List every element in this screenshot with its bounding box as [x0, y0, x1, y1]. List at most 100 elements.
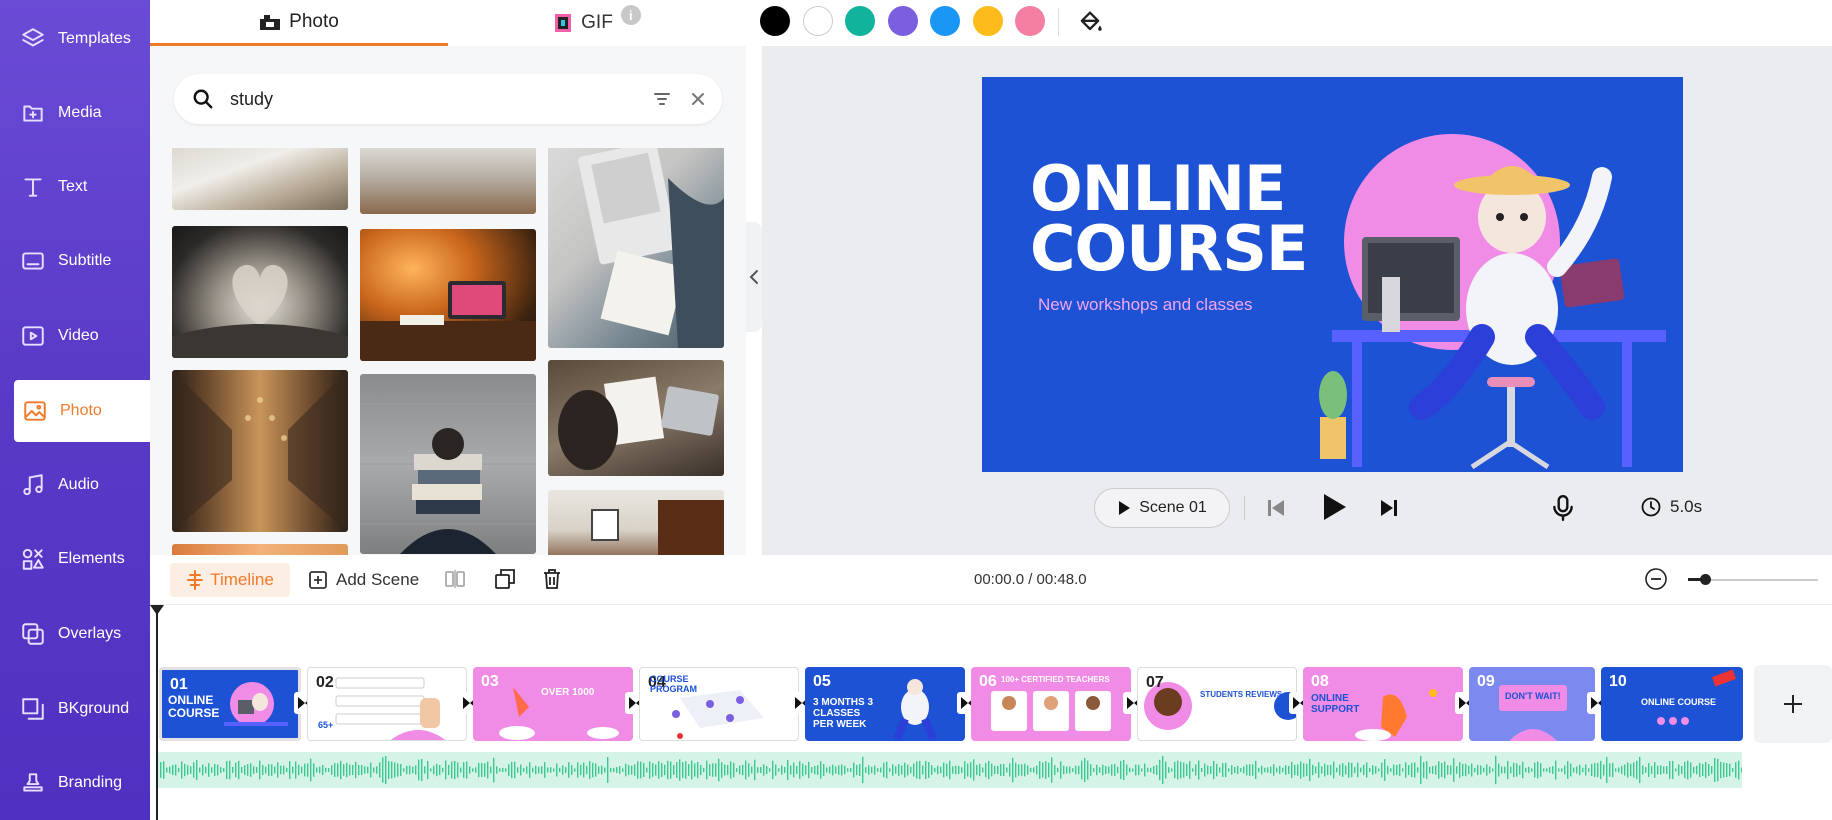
color-swatch-white[interactable]: [803, 6, 833, 36]
zoom-slider-handle[interactable]: [1700, 574, 1711, 585]
sidebar-item-overlays[interactable]: Overlays: [0, 603, 150, 665]
sidebar-item-label: Templates: [58, 30, 131, 47]
sidebar: Templates Media Text Subtitle Video Phot…: [0, 0, 150, 820]
photo-thumbnail[interactable]: [360, 374, 536, 554]
canvas-title-line1: ONLINE: [1030, 152, 1286, 225]
photo-thumbnail[interactable]: [172, 148, 348, 210]
timeline-icon: [187, 570, 204, 590]
scene-thumb-03[interactable]: 03 OVER 1000: [473, 667, 633, 741]
color-swatch-blue[interactable]: [930, 6, 960, 36]
sidebar-item-video[interactable]: Video: [0, 305, 150, 367]
filter-icon[interactable]: [652, 89, 672, 109]
canvas-title[interactable]: ONLINE COURSE: [1030, 152, 1308, 285]
scene-thumb-01[interactable]: 01 ONLINE COURSE: [159, 667, 301, 741]
heart-book-art: [172, 264, 348, 358]
sidebar-item-text[interactable]: Text: [0, 156, 150, 218]
sidebar-item-label: Audio: [58, 476, 99, 493]
photo-thumbnail[interactable]: [360, 229, 536, 361]
waveform-bars: [160, 755, 1742, 785]
skip-back-icon[interactable]: [1265, 497, 1287, 519]
stamp-icon: [18, 768, 48, 798]
sidebar-item-label: Photo: [60, 402, 102, 419]
sidebar-item-media[interactable]: Media: [0, 82, 150, 144]
sidebar-item-photo[interactable]: Photo: [14, 380, 150, 442]
scene-caption: ONLINE COURSE: [1641, 697, 1717, 707]
scene-label: Scene 01: [1139, 499, 1207, 516]
scene-thumb-04[interactable]: 04 COURSE PROGRAM: [639, 667, 799, 741]
scene-thumb-08[interactable]: 08 ONLINE SUPPORT: [1303, 667, 1463, 741]
playhead-handle[interactable]: [150, 605, 164, 615]
layers-icon: [18, 24, 48, 54]
color-swatch-pink[interactable]: [1015, 6, 1045, 36]
play-scene-button[interactable]: Scene 01: [1094, 488, 1230, 528]
color-swatch-black[interactable]: [760, 6, 790, 36]
add-scene-button[interactable]: Add Scene: [308, 563, 419, 597]
scene-thumb-02[interactable]: 02 65+: [307, 667, 467, 741]
zoom-out-icon[interactable]: [1644, 567, 1668, 591]
trash-icon[interactable]: [541, 568, 563, 590]
microphone-icon[interactable]: [1550, 494, 1576, 522]
tab-gif[interactable]: GIF i: [448, 0, 746, 46]
laptop-desk-art: [360, 281, 536, 361]
photo-thumbnail[interactable]: [172, 370, 348, 532]
photo-thumbnail[interactable]: [548, 490, 724, 555]
close-icon[interactable]: [688, 89, 708, 109]
photo-thumbnail[interactable]: [548, 148, 724, 348]
photo-thumbnail[interactable]: [172, 226, 348, 358]
scene-number: 02: [316, 674, 334, 691]
photo-tab-icon: [260, 14, 281, 30]
sidebar-item-templates[interactable]: Templates: [0, 8, 150, 70]
controls-divider: [1244, 496, 1245, 520]
music-icon: [18, 470, 48, 500]
color-swatch-yellow[interactable]: [973, 6, 1003, 36]
sidebar-item-subtitle[interactable]: Subtitle: [0, 230, 150, 292]
search-icon: [193, 89, 213, 109]
canvas-subtitle[interactable]: New workshops and classes: [1038, 295, 1252, 315]
canvas-title-line2: COURSE: [1030, 212, 1308, 285]
scene-number: 09: [1477, 673, 1495, 690]
gif-tab-icon: [555, 14, 572, 32]
color-swatch-teal[interactable]: [845, 6, 875, 36]
scene-number: 05: [813, 673, 831, 690]
audio-waveform[interactable]: [158, 752, 1742, 788]
playhead[interactable]: [156, 605, 158, 820]
sidebar-item-branding[interactable]: Branding: [0, 752, 150, 814]
add-scene-plus-button[interactable]: [1754, 665, 1832, 743]
subtitle-icon: [18, 246, 48, 276]
play-icon[interactable]: [1320, 492, 1348, 522]
sidebar-item-audio[interactable]: Audio: [0, 454, 150, 516]
collapse-panel-handle[interactable]: [746, 222, 762, 332]
sidebar-item-label: Branding: [58, 774, 123, 791]
time-readout: 00:00.0 / 00:48.0: [974, 571, 1087, 588]
elements-icon: [18, 544, 48, 574]
skip-forward-icon[interactable]: [1378, 497, 1400, 519]
color-toolbar: [746, 0, 1832, 46]
search-box: [174, 74, 722, 124]
tab-label: Photo: [289, 10, 339, 32]
paint-bucket-icon[interactable]: [1076, 8, 1104, 36]
color-swatch-purple[interactable]: [888, 6, 918, 36]
sidebar-item-label: Text: [58, 178, 88, 195]
scene-caption: STUDENTS REVIEWS: [1200, 690, 1283, 699]
photo-icon: [20, 396, 50, 426]
tab-photo[interactable]: Photo: [150, 0, 448, 46]
sidebar-item-elements[interactable]: Elements: [0, 528, 150, 590]
photo-thumbnail[interactable]: [548, 360, 724, 476]
scene-number: 08: [1311, 673, 1329, 690]
duplicate-icon[interactable]: [494, 568, 516, 590]
search-input[interactable]: [230, 88, 630, 110]
scene-thumb-05[interactable]: 05 3 MONTHS 3 CLASSES PER WEEK: [805, 667, 965, 741]
scene-canvas[interactable]: ONLINE COURSE New workshops and classes: [982, 77, 1683, 472]
photo-thumbnail[interactable]: [360, 148, 536, 214]
scene-thumb-09[interactable]: 09 DON'T WAIT!: [1469, 667, 1595, 741]
scene-thumb-07[interactable]: 07 STUDENTS REVIEWS: [1137, 667, 1297, 741]
play-icon: [1119, 501, 1131, 515]
timeline-button[interactable]: Timeline: [170, 563, 290, 597]
scene-thumb-06[interactable]: 06 100+ CERTIFIED TEACHERS: [971, 667, 1131, 741]
sidebar-item-bkground[interactable]: BKground: [0, 678, 150, 740]
info-icon[interactable]: i: [620, 5, 641, 25]
scene-thumb-10[interactable]: 10 ONLINE COURSE: [1601, 667, 1743, 741]
split-icon[interactable]: [444, 568, 466, 590]
photo-thumbnail[interactable]: [172, 544, 348, 555]
scene-duration[interactable]: 5.0s: [1640, 496, 1702, 518]
